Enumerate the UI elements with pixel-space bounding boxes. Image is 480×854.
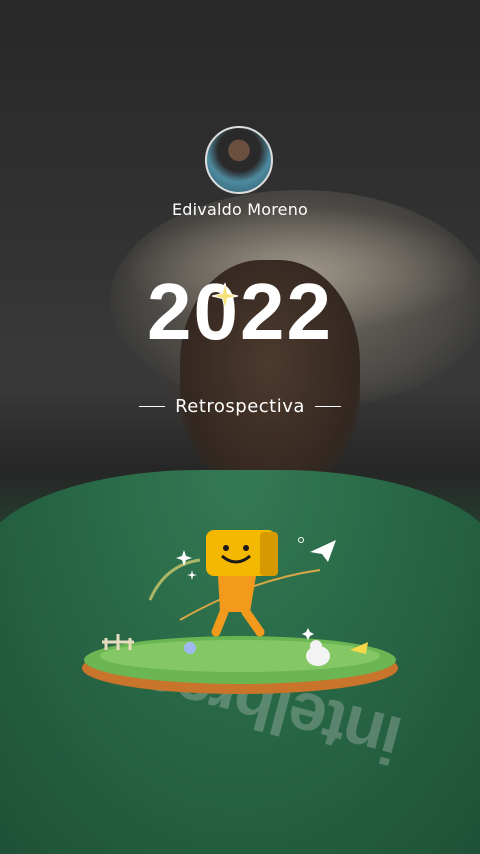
sparkle-icon xyxy=(211,282,239,310)
avatar[interactable] xyxy=(205,126,273,194)
recap-subtitle: Retrospectiva xyxy=(175,396,305,417)
subtitle-divider-right xyxy=(314,405,341,408)
recap-illustration xyxy=(82,530,398,694)
flower-icon xyxy=(184,642,196,654)
rainbow-icon xyxy=(148,558,201,601)
recap-year: 2022 xyxy=(147,267,333,356)
subtitle-divider-left xyxy=(139,405,166,408)
profile-name: Edivaldo Moreno xyxy=(171,200,309,219)
paper-plane-icon xyxy=(310,540,336,562)
subtitle-row: Retrospectiva xyxy=(0,396,480,417)
fence-icon xyxy=(102,634,134,650)
